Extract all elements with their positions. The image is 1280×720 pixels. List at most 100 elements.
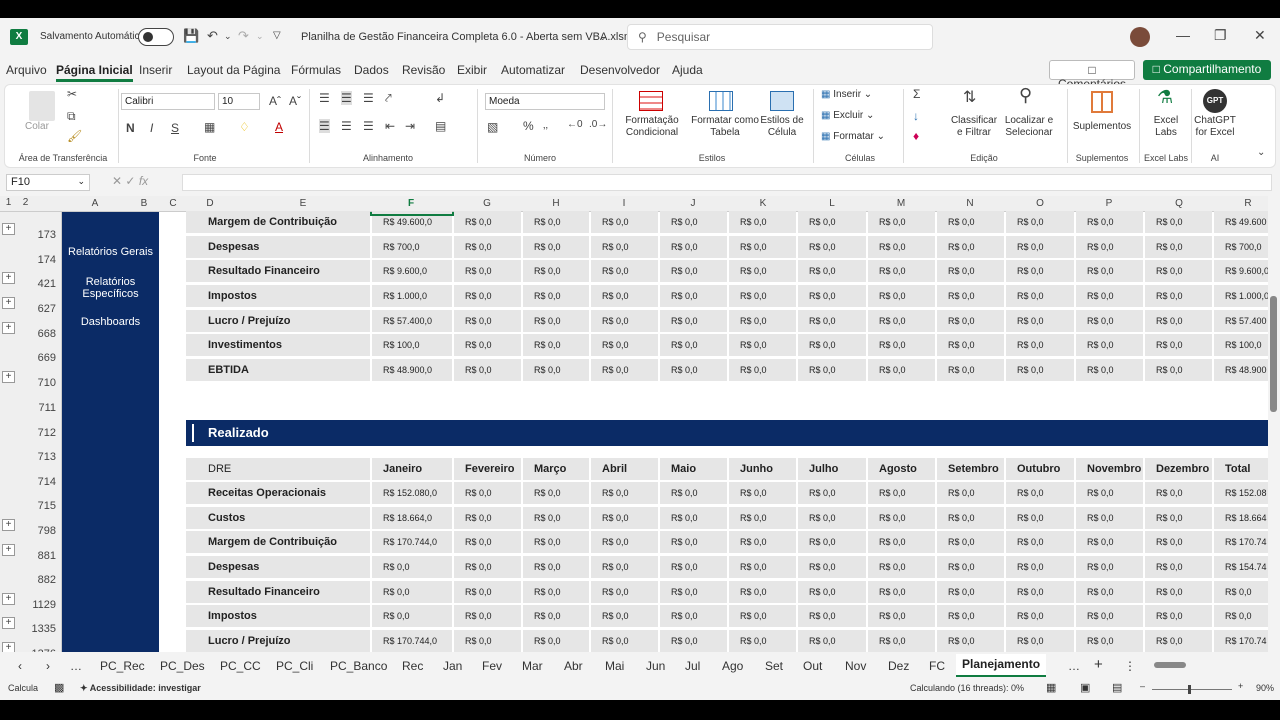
tab-revisao[interactable]: Revisão — [402, 63, 445, 77]
value-cell[interactable]: R$ 0,0 — [937, 630, 1004, 652]
value-cell[interactable]: R$ 0,0 — [1145, 285, 1212, 307]
value-cell[interactable]: R$ 0,0 — [1006, 556, 1074, 578]
autosave-toggle[interactable] — [138, 28, 174, 46]
value-cell[interactable]: R$ 0,0 — [729, 605, 796, 627]
value-cell[interactable]: R$ 0,0 — [1006, 260, 1074, 282]
value-cell[interactable]: R$ 0,0 — [591, 285, 658, 307]
expand-group-icon[interactable]: + — [2, 593, 15, 605]
value-cell[interactable]: R$ 0,0 — [729, 334, 796, 356]
avatar[interactable] — [1130, 27, 1150, 47]
column-header[interactable]: G — [467, 198, 507, 209]
value-cell[interactable]: R$ 0,0 — [798, 507, 866, 529]
cell-styles-label-1[interactable]: Estilos de — [757, 115, 807, 126]
value-cell[interactable]: R$ 0,0 — [591, 310, 658, 332]
value-cell[interactable]: R$ 0,0 — [868, 630, 935, 652]
value-cell[interactable]: R$ 57.400 — [1214, 310, 1268, 332]
format-painter-icon[interactable]: 🖌 — [67, 129, 82, 143]
value-cell[interactable]: R$ 48.900 — [1214, 359, 1268, 381]
value-cell[interactable]: R$ 0,0 — [868, 334, 935, 356]
header-cell[interactable]: Junho — [729, 458, 796, 480]
value-cell[interactable]: R$ 0,0 — [1076, 581, 1143, 603]
value-cell[interactable]: R$ 0,0 — [729, 581, 796, 603]
value-cell[interactable]: R$ 0,0 — [729, 507, 796, 529]
cancel-icon[interactable]: ✕ — [112, 174, 122, 188]
value-cell[interactable]: R$ 0,0 — [729, 556, 796, 578]
collapse-ribbon-icon[interactable]: ⌄ — [1257, 147, 1265, 158]
sheet-tab[interactable]: Jan — [443, 659, 462, 673]
header-cell[interactable]: Novembro — [1076, 458, 1143, 480]
value-cell[interactable]: R$ 0,0 — [523, 531, 589, 553]
paste-label[interactable]: Colar — [25, 121, 49, 132]
value-cell[interactable]: R$ 0,0 — [798, 236, 866, 258]
name-box[interactable]: F10 ⌄ — [6, 174, 90, 191]
row-label[interactable]: Margem de Contribuição — [186, 211, 370, 233]
column-header[interactable]: F — [391, 198, 431, 209]
tab-scroll-left-icon[interactable]: ‹ — [18, 659, 22, 673]
value-cell[interactable]: R$ 152.08 — [1214, 482, 1268, 504]
number-format-select[interactable]: Moeda — [485, 93, 605, 110]
value-cell[interactable]: R$ 0,0 — [729, 211, 796, 233]
value-cell[interactable]: R$ 170.74 — [1214, 630, 1268, 652]
value-cell[interactable]: R$ 0,0 — [798, 630, 866, 652]
value-cell[interactable]: R$ 0,0 — [454, 310, 521, 332]
nav-item-dashboards[interactable]: Dashboards — [62, 316, 159, 328]
value-cell[interactable]: R$ 0,0 — [454, 556, 521, 578]
value-cell[interactable]: R$ 100,0 — [372, 334, 452, 356]
value-cell[interactable]: R$ 0,0 — [660, 359, 727, 381]
value-cell[interactable]: R$ 0,0 — [454, 260, 521, 282]
value-cell[interactable]: R$ 0,0 — [868, 507, 935, 529]
value-cell[interactable]: R$ 0,0 — [523, 630, 589, 652]
sheet-tab[interactable]: Nov — [845, 659, 866, 673]
sheet-tab[interactable]: Dez — [888, 659, 909, 673]
row-number[interactable]: 715 — [20, 500, 60, 512]
column-header[interactable]: J — [673, 198, 713, 209]
nav-item-relatorios-especificos[interactable]: Relatórios Específicos — [62, 276, 159, 300]
row-number[interactable]: 710 — [20, 377, 60, 389]
value-cell[interactable]: R$ 0,0 — [937, 285, 1004, 307]
sheet-tab[interactable]: PC_Rec — [100, 659, 145, 673]
value-cell[interactable]: R$ 0,0 — [591, 630, 658, 652]
column-header[interactable]: Q — [1159, 198, 1199, 209]
value-cell[interactable]: R$ 0,0 — [454, 482, 521, 504]
value-cell[interactable]: R$ 0,0 — [523, 285, 589, 307]
value-cell[interactable]: R$ 1.000,0 — [372, 285, 452, 307]
header-cell[interactable]: Janeiro — [372, 458, 452, 480]
merge-center-icon[interactable]: ▤ — [435, 119, 446, 133]
value-cell[interactable]: R$ 0,0 — [1145, 260, 1212, 282]
value-cell[interactable]: R$ 0,0 — [868, 236, 935, 258]
value-cell[interactable]: R$ 0,0 — [729, 482, 796, 504]
value-cell[interactable]: R$ 0,0 — [454, 531, 521, 553]
value-cell[interactable]: R$ 48.900,0 — [372, 359, 452, 381]
row-label[interactable]: Resultado Financeiro — [186, 581, 370, 603]
value-cell[interactable]: R$ 0,0 — [372, 581, 452, 603]
copy-icon[interactable]: ⧉ — [67, 109, 76, 124]
column-header[interactable]: I — [604, 198, 644, 209]
zoom-slider-thumb[interactable] — [1188, 685, 1191, 694]
zoom-level[interactable]: 90% — [1256, 683, 1274, 693]
value-cell[interactable]: R$ 0,0 — [523, 236, 589, 258]
expand-group-icon[interactable]: + — [2, 544, 15, 556]
value-cell[interactable]: R$ 0,0 — [1076, 507, 1143, 529]
align-center-icon[interactable]: ☰ — [341, 119, 352, 133]
title-dropdown-icon[interactable]: ⌄ — [599, 32, 607, 43]
value-cell[interactable]: R$ 0,0 — [523, 310, 589, 332]
font-size-select[interactable]: 10 — [218, 93, 260, 110]
zoom-slider[interactable] — [1152, 685, 1232, 694]
comments-button[interactable]: □ Comentários — [1049, 60, 1135, 91]
value-cell[interactable]: R$ 0,0 — [660, 211, 727, 233]
value-cell[interactable]: R$ 0,0 — [798, 359, 866, 381]
value-cell[interactable]: R$ 0,0 — [798, 482, 866, 504]
italic-button[interactable]: I — [150, 121, 153, 135]
expand-group-icon[interactable]: + — [2, 223, 15, 235]
value-cell[interactable]: R$ 0,0 — [1006, 211, 1074, 233]
outline-level-1[interactable]: 1 — [3, 198, 14, 210]
value-cell[interactable]: R$ 0,0 — [868, 260, 935, 282]
value-cell[interactable]: R$ 0,0 — [1145, 310, 1212, 332]
column-header[interactable]: C — [153, 198, 193, 209]
sheet-tab[interactable]: Jun — [646, 659, 665, 673]
sheet-tab[interactable]: Ago — [722, 659, 743, 673]
redo-dropdown-icon[interactable]: ⌄ — [256, 31, 264, 42]
increase-font-icon[interactable]: Aˆ — [269, 94, 281, 108]
worksheet-grid[interactable]: 1 2 ABCDEFGHIJKLMNOPQR 173 174 421 627 668 66… — [0, 196, 1268, 652]
value-cell[interactable]: R$ 0,0 — [1145, 556, 1212, 578]
